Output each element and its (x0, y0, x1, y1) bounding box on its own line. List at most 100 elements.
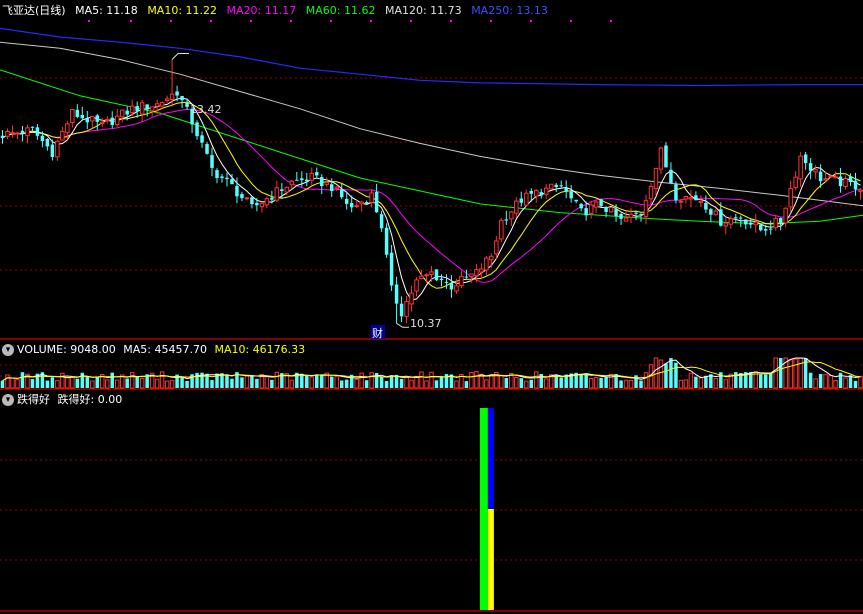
candle-body (608, 206, 614, 213)
ma60-line (0, 69, 863, 225)
volume-bar (195, 372, 199, 388)
candle-body (35, 127, 40, 136)
volume-bar (604, 377, 608, 388)
candle-body (569, 191, 573, 199)
volume-bar (114, 379, 120, 389)
finance-marker[interactable]: 财 (372, 326, 383, 340)
event-marker-dot (170, 20, 172, 22)
candle-body (504, 219, 509, 221)
candle-body (374, 191, 379, 213)
candle-body (364, 202, 369, 204)
volume-bar (15, 379, 20, 389)
candle-body (139, 102, 145, 115)
volume-bar (125, 378, 129, 388)
volume-bar (264, 376, 270, 389)
candle-body (0, 135, 5, 139)
candle-body (175, 91, 179, 96)
volume-bar (414, 376, 419, 389)
candle-body (40, 135, 45, 141)
volume-bar (818, 374, 823, 388)
volume-bar (45, 380, 50, 388)
volume-bar (379, 377, 384, 388)
candle-body (559, 185, 563, 187)
candle-body (614, 209, 618, 216)
candle-body (359, 201, 364, 205)
volume-bar (628, 379, 634, 389)
candle-body (205, 143, 209, 154)
candle-body (753, 221, 758, 226)
volume-bar (694, 376, 698, 388)
volume-bar (0, 380, 5, 388)
volume-bar (240, 377, 244, 388)
candle-body (149, 106, 155, 112)
candle-body (574, 199, 578, 202)
volume-bar (409, 379, 414, 389)
candle-body (704, 203, 708, 210)
candle-body (429, 271, 434, 276)
candle-body (593, 201, 599, 208)
candle-body (379, 214, 384, 229)
volume-bar (185, 380, 189, 388)
candle-body (255, 202, 259, 206)
candle-body (808, 163, 813, 171)
candle-body (75, 109, 80, 117)
candle-body (828, 175, 833, 178)
candle-body (159, 102, 165, 107)
volume-bar (5, 374, 10, 389)
volume-bar (734, 372, 738, 388)
candle-body (309, 172, 315, 181)
volume-bars (0, 357, 863, 389)
volume-bar (778, 358, 783, 388)
candle-body (778, 218, 783, 223)
volume-bar (180, 376, 184, 388)
volume-bar (60, 372, 65, 389)
candle-body (818, 171, 823, 182)
candle-body (65, 123, 70, 133)
candle-body (798, 155, 803, 180)
volume-bar (674, 362, 678, 388)
candle-body (329, 184, 334, 191)
volume-bar (484, 379, 489, 389)
candle-body (838, 176, 843, 187)
volume-bar (250, 375, 254, 388)
candle-body (599, 199, 603, 206)
volume-bar (534, 371, 539, 389)
volume-bar (339, 380, 344, 388)
candle-body (543, 187, 549, 195)
volume-bar (30, 379, 35, 388)
candle-body (409, 292, 414, 305)
stock-chart[interactable]: 13.42 10.37 财 (0, 0, 863, 614)
candle-body (419, 275, 424, 280)
volume-bar (704, 375, 708, 388)
candle-body (240, 194, 244, 199)
candle-body (749, 222, 753, 225)
candle-body (220, 176, 224, 179)
indicator-yellow-bar (487, 509, 494, 610)
candle-body (648, 186, 654, 200)
event-marker-dot (210, 20, 212, 22)
candle-body (95, 115, 100, 122)
volume-bar (90, 380, 95, 389)
volume-bar (154, 378, 160, 389)
candle-body (479, 268, 484, 273)
candle-body (274, 187, 280, 201)
candle-body (728, 218, 734, 225)
high-marker-line (171, 53, 189, 60)
candle-body (723, 222, 729, 227)
volume-bar (559, 377, 563, 388)
candle-body (70, 109, 75, 123)
volume-bar (289, 379, 295, 389)
volume-bar (519, 378, 524, 388)
candle-body (454, 285, 459, 292)
volume-bar (309, 376, 315, 389)
candle-body (758, 224, 763, 231)
volume-bar (788, 359, 793, 389)
candle-body (169, 93, 175, 100)
candle-body (90, 116, 95, 122)
candle-body (619, 214, 623, 219)
candle-body (180, 95, 184, 101)
volume-bar (529, 379, 534, 388)
volume-bar (210, 380, 214, 388)
candle-body (85, 118, 90, 123)
volume-bar (678, 379, 684, 389)
